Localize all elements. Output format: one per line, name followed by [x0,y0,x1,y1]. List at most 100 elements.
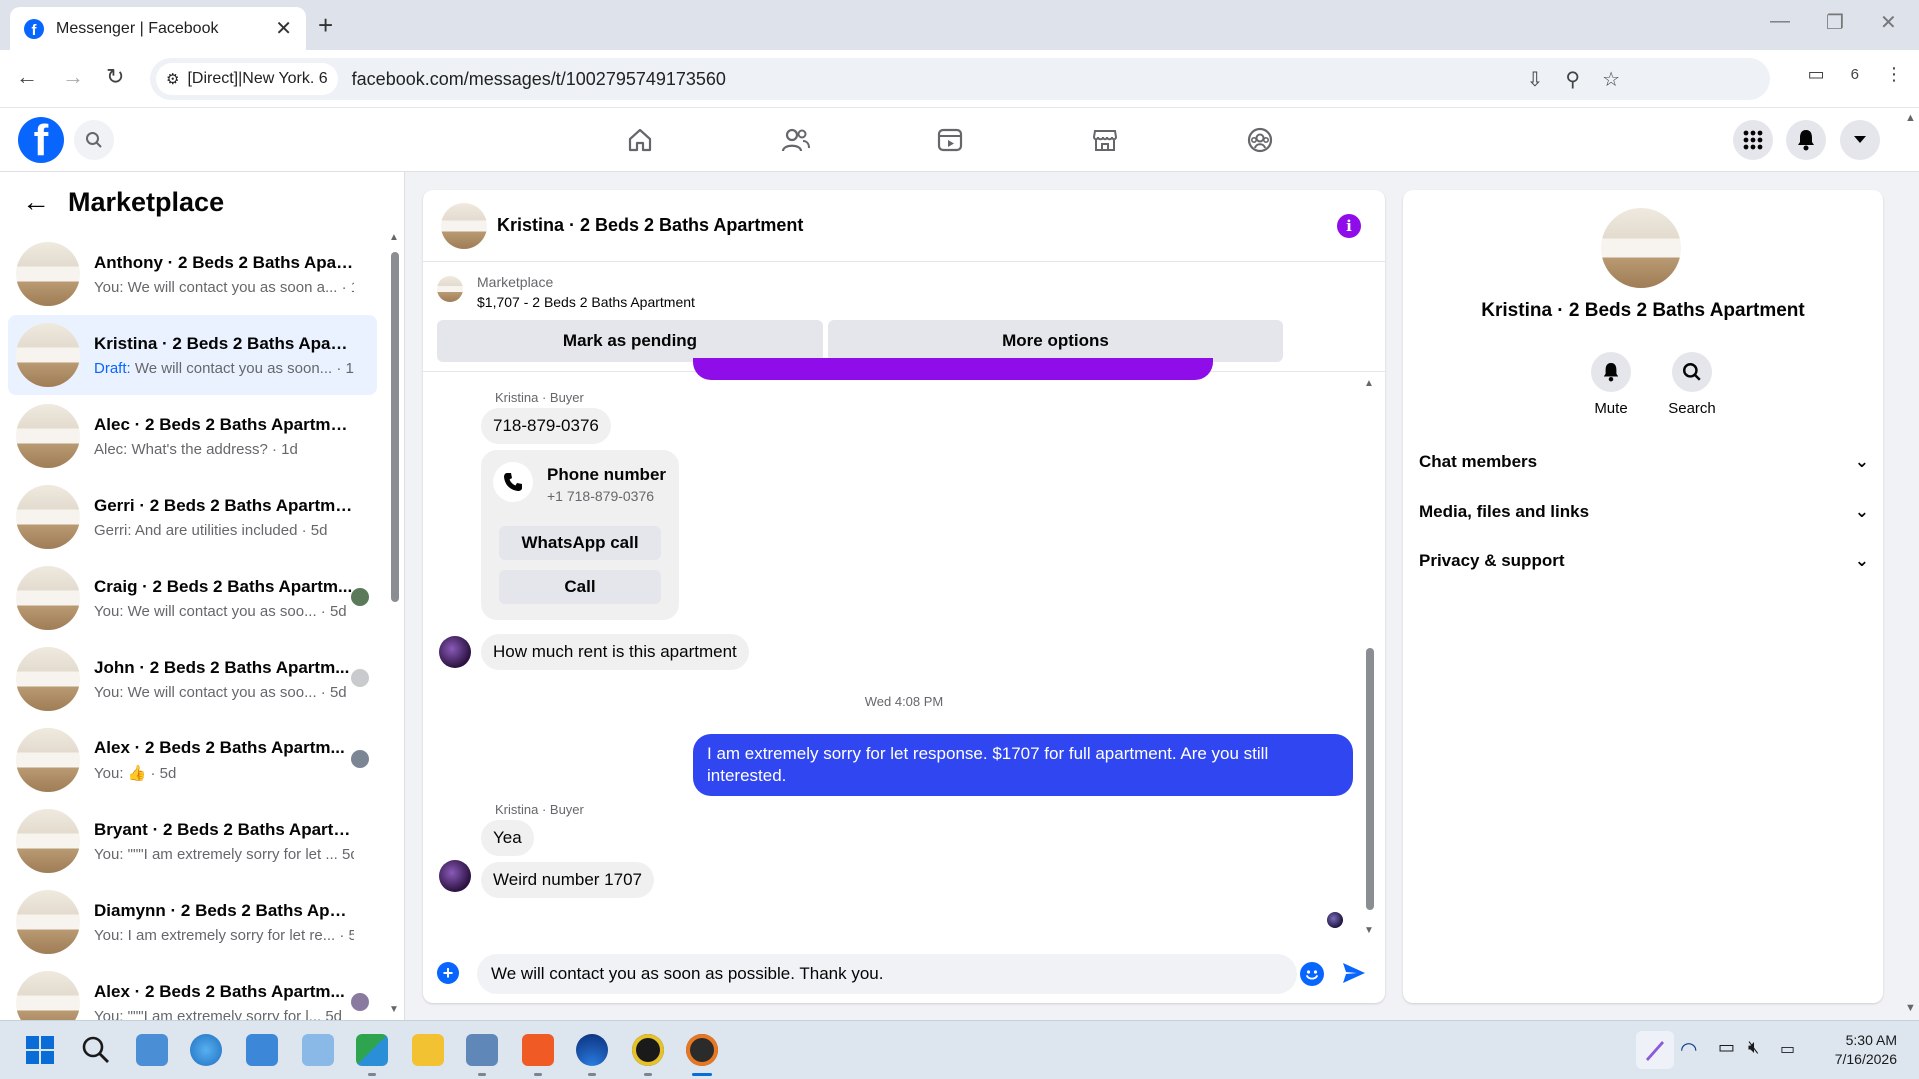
app-icon[interactable] [136,1034,168,1066]
scroll-down-icon[interactable]: ▼ [1905,1002,1916,1014]
scroll-down-icon[interactable]: ▼ [389,1004,399,1015]
info-icon[interactable]: i [1337,214,1361,238]
media-files-links-section[interactable]: Media, files and links ⌄ [1419,492,1869,532]
install-app-icon[interactable]: ⇩ [1527,67,1544,92]
minimize-icon[interactable]: — [1770,10,1790,33]
more-options-button[interactable]: More options [828,320,1283,362]
close-window-icon[interactable]: ✕ [1880,10,1897,35]
volume-muted-icon[interactable]: 🔇︎ [1748,1037,1759,1058]
address-bar[interactable]: ⚙ [Direct]|New York. 6 facebook.com/mess… [150,58,1770,100]
page-scrollbar[interactable]: ▲ ▼ [1901,108,1919,1020]
bell-icon [1591,352,1631,392]
back-icon[interactable]: ← [16,64,38,90]
sidebar-scrollbar[interactable]: ▲ ▼ [389,232,399,1015]
browser-6-icon[interactable] [686,1034,718,1066]
conversation-item[interactable]: Alex · 2 Beds 2 Baths Apartm... You: """I… [8,963,377,1020]
app-icon[interactable] [246,1034,278,1066]
listing-title[interactable]: $1,707 - 2 Beds 2 Baths Apartment [477,294,695,310]
chat-title[interactable]: Kristina · 2 Beds 2 Baths Apartment [497,215,803,236]
close-tab-icon[interactable]: ✕ [275,16,292,41]
app-icon[interactable] [466,1034,498,1066]
account-button[interactable] [1840,120,1880,160]
send-icon[interactable] [1341,960,1367,986]
message-bubble[interactable]: 718-879-0376 [481,408,611,444]
scroll-down-icon[interactable]: ▼ [1364,925,1374,936]
bookmark-star-icon[interactable]: ☆ [1602,67,1620,92]
section-label: Media, files and links [1419,502,1590,521]
groups-nav-icon[interactable] [1244,124,1276,156]
zoom-icon[interactable]: ⚲ [1565,67,1580,92]
call-button[interactable]: Call [499,570,661,604]
conversation-item[interactable]: Kristina · 2 Beds 2 Baths Apartm... Draft… [8,315,377,395]
facebook-logo-icon[interactable]: f [18,117,64,163]
pen-icon[interactable] [1636,1031,1674,1069]
chat-members-section[interactable]: Chat members ⌄ [1419,442,1869,482]
conversation-item[interactable]: John · 2 Beds 2 Baths Apartm... You: We w… [8,639,377,719]
chat-scrollbar[interactable]: ▲ ▼ [1364,378,1376,940]
conversation-item[interactable]: Craig · 2 Beds 2 Baths Apartm... You: We … [8,558,377,638]
brave-browser-icon[interactable] [522,1034,554,1066]
scroll-up-icon[interactable]: ▲ [389,232,399,243]
conversation-item[interactable]: Alec · 2 Beds 2 Baths Apartment Alec: Wha… [8,396,377,476]
network-icon[interactable]: ▭ [1718,1037,1735,1058]
conversation-item[interactable]: Alex · 2 Beds 2 Baths Apartm... You: 👍 · … [8,720,377,800]
notifications-button[interactable] [1786,120,1826,160]
conversation-item[interactable]: Diamynn · 2 Beds 2 Baths Apart... You: I … [8,882,377,962]
file-explorer-icon[interactable] [412,1034,444,1066]
system-clock[interactable]: 5:30 AM 7/16/2026 [1835,1031,1897,1069]
browser-menu-icon[interactable]: ⋮ [1885,64,1903,85]
app-icon[interactable] [190,1034,222,1066]
tray-app-icon[interactable]: ◠ [1680,1037,1697,1062]
conversation-preview: You: """I am extremely sorry for l... 5d [94,1007,343,1021]
message-input[interactable] [477,954,1297,994]
site-info-chip[interactable]: ⚙ [Direct]|New York. 6 [156,63,338,95]
mark-as-pending-button[interactable]: Mark as pending [437,320,823,362]
details-avatar[interactable] [1601,208,1681,288]
whatsapp-call-button[interactable]: WhatsApp call [499,526,661,560]
mute-button[interactable]: Mute [1581,352,1641,417]
message-bubble[interactable]: How much rent is this apartment [481,634,749,670]
home-nav-icon[interactable] [624,124,656,156]
conversation-item[interactable]: Gerri · 2 Beds 2 Baths Apartment Gerri: A… [8,477,377,557]
new-tab-icon[interactable]: + [318,10,333,41]
emoji-icon[interactable] [1300,962,1324,986]
reload-icon[interactable]: ↻ [106,64,124,90]
forward-icon[interactable]: → [62,64,84,90]
buyer-avatar[interactable] [439,636,471,668]
app-icon[interactable] [632,1034,664,1066]
taskbar-search-icon[interactable] [80,1034,112,1066]
facebook-search-button[interactable] [74,120,114,160]
conversation-item[interactable]: Bryant · 2 Beds 2 Baths Apartm... You: ""… [8,801,377,881]
back-arrow-icon[interactable]: ← [22,186,50,218]
search-in-chat-button[interactable]: Search [1662,352,1722,417]
video-nav-icon[interactable] [934,124,966,156]
section-label: Chat members [1419,452,1538,471]
buyer-avatar[interactable] [439,860,471,892]
listing-thumbnail[interactable] [437,276,463,302]
app-icon[interactable] [302,1034,334,1066]
chat-avatar[interactable] [441,202,487,249]
tab-search-icon[interactable]: ▭ [1808,64,1825,85]
app-icon[interactable] [356,1034,388,1066]
scroll-up-icon[interactable]: ▲ [1905,112,1916,124]
battery-icon[interactable]: ▭ [1780,1039,1795,1059]
marketplace-nav-icon[interactable] [1089,124,1121,156]
outgoing-message-bubble[interactable]: I am extremely sorry for let response. $… [693,734,1353,796]
menu-grid-button[interactable] [1733,120,1773,160]
conversation-item[interactable]: Anthony · 2 Beds 2 Baths Apart... You: We… [8,234,377,314]
app-icon[interactable] [576,1034,608,1066]
windows-start-icon[interactable] [24,1034,56,1066]
add-attachment-icon[interactable]: + [437,962,459,984]
privacy-support-section[interactable]: Privacy & support ⌄ [1419,541,1869,581]
url-text[interactable]: facebook.com/messages/t/1002795749173560 [352,69,726,90]
extensions-count[interactable]: 6 [1851,66,1859,83]
scroll-up-icon[interactable]: ▲ [1364,378,1374,389]
sidebar-scroll-thumb[interactable] [391,252,399,602]
friends-nav-icon[interactable] [780,124,812,156]
draft-label: Draft: [94,359,131,377]
restore-icon[interactable]: ❐ [1826,10,1844,35]
browser-tab[interactable]: f Messenger | Facebook ✕ [10,7,306,50]
message-bubble[interactable]: Yea [481,820,534,856]
message-bubble[interactable]: Weird number 1707 [481,862,654,898]
chat-scroll-thumb[interactable] [1366,648,1374,910]
